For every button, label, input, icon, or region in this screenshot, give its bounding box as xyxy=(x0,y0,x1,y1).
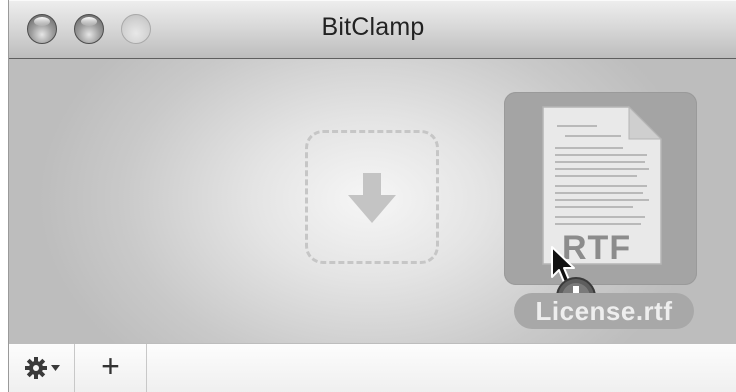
chevron-down-icon xyxy=(51,365,60,371)
add-button[interactable]: + xyxy=(75,344,147,392)
add-label: + xyxy=(101,348,120,384)
title-bar[interactable]: BitClamp xyxy=(9,0,736,59)
action-menu-button[interactable] xyxy=(9,344,75,392)
dragged-file-highlight: RTF xyxy=(504,92,697,285)
drop-target-placeholder[interactable] xyxy=(305,130,439,264)
download-arrow-icon xyxy=(348,173,396,223)
drop-area[interactable]: RTF License.rtf xyxy=(9,59,736,343)
bottom-toolbar: + xyxy=(9,343,736,392)
dragged-file-name: License.rtf xyxy=(514,293,694,329)
gear-icon xyxy=(25,357,47,379)
window-title: BitClamp xyxy=(321,13,425,41)
app-window: BitClamp RTF License.rtf + xyxy=(8,0,736,392)
